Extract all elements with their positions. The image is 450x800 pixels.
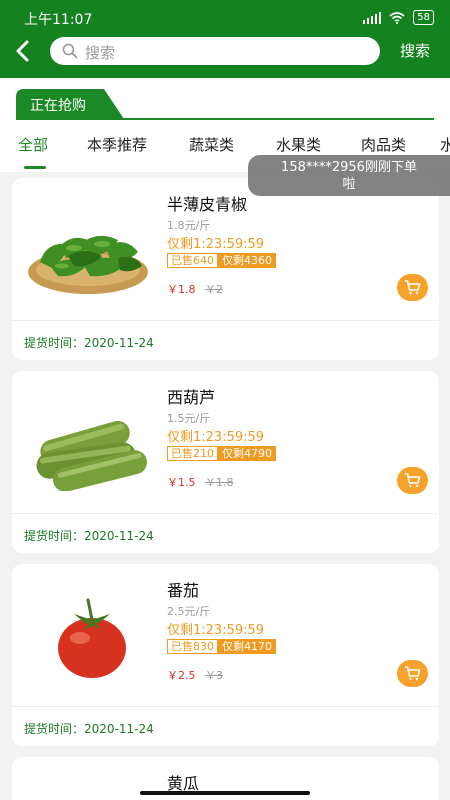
toast-line-2: 啦: [342, 177, 356, 192]
product-name: 西葫芦: [167, 388, 216, 407]
section-title: 正在抢购: [30, 98, 86, 114]
countdown-timer: 仅剩1:23:59:59: [167, 623, 265, 638]
search-button[interactable]: 搜索: [400, 40, 430, 61]
add-to-cart-button[interactable]: [397, 274, 428, 301]
countdown-timer: 仅剩1:23:59:59: [167, 430, 265, 445]
tab-fruits[interactable]: 水果类: [276, 134, 321, 155]
toast-line-1: 158****2956刚刚下单: [281, 160, 417, 175]
product-card[interactable]: 半薄皮青椒 1.8元/斤 仅剩1:23:59:59 已售640 仅剩4360 ￥…: [12, 178, 439, 360]
tab-season-recommend[interactable]: 本季推荐: [87, 134, 147, 155]
add-to-cart-button[interactable]: [397, 467, 428, 494]
stock-badges: 已售830 仅剩4170: [167, 639, 276, 654]
unit-price: 2.5元/斤: [167, 605, 211, 618]
product-image-zucchini: [36, 420, 147, 491]
unit-price: 1.8元/斤: [167, 219, 211, 232]
search-input[interactable]: 搜索: [50, 37, 380, 65]
active-tab-indicator: [24, 166, 46, 169]
home-indicator: [140, 791, 310, 795]
search-placeholder: 搜索: [85, 44, 116, 62]
sale-price: ￥2.5: [167, 669, 196, 682]
order-toast: 158****2956刚刚下单 啦: [248, 155, 450, 196]
remaining-badge: 仅剩4170: [218, 639, 276, 654]
card-divider: [12, 320, 439, 321]
battery-level: 58: [417, 11, 430, 23]
unit-price: 1.5元/斤: [167, 412, 211, 425]
tab-all[interactable]: 全部: [18, 134, 48, 155]
card-divider: [12, 706, 439, 707]
sale-price: ￥1.5: [167, 476, 196, 489]
original-price: ￥2: [205, 283, 223, 296]
card-divider: [12, 513, 439, 514]
tab-meat[interactable]: 肉品类: [361, 134, 406, 155]
cart-icon: [405, 666, 421, 681]
battery-icon: 58: [413, 10, 434, 25]
status-bar: 上午11:07 58: [0, 0, 450, 34]
add-to-cart-button[interactable]: [397, 660, 428, 687]
search-icon: [62, 43, 78, 59]
pickup-time: 提货时间：2020-11-24: [24, 336, 154, 350]
stock-badges: 已售210 仅剩4790: [167, 446, 276, 461]
status-icons: 58: [363, 10, 434, 25]
cart-icon: [405, 280, 421, 295]
sold-badge: 已售830: [167, 639, 218, 654]
product-name: 半薄皮青椒: [167, 195, 248, 214]
remaining-badge: 仅剩4790: [218, 446, 276, 461]
sold-badge: 已售640: [167, 253, 218, 268]
section-tab: 正在抢购: [16, 89, 124, 119]
sold-badge: 已售210: [167, 446, 218, 461]
signal-icon: [363, 11, 382, 24]
app-header: 上午11:07 58 搜索 搜索: [0, 0, 450, 78]
cart-icon: [405, 473, 421, 488]
tab-vegetables[interactable]: 蔬菜类: [189, 134, 234, 155]
wifi-icon: [389, 11, 405, 24]
product-image-tomato: [58, 598, 126, 678]
section-divider: [16, 118, 434, 120]
remaining-badge: 仅剩4360: [218, 253, 276, 268]
countdown-timer: 仅剩1:23:59:59: [167, 237, 265, 252]
original-price: ￥3: [205, 669, 223, 682]
status-time: 上午11:07: [24, 12, 93, 28]
sale-price: ￥1.8: [167, 283, 196, 296]
stock-badges: 已售640 仅剩4360: [167, 253, 276, 268]
original-price: ￥1.8: [205, 476, 234, 489]
pickup-time: 提货时间：2020-11-24: [24, 529, 154, 543]
product-card[interactable]: 西葫芦 1.5元/斤 仅剩1:23:59:59 已售210 仅剩4790 ￥1.…: [12, 371, 439, 553]
product-card[interactable]: 番茄 2.5元/斤 仅剩1:23:59:59 已售830 仅剩4170 ￥2.5…: [12, 564, 439, 746]
product-name: 番茄: [167, 581, 200, 600]
tab-partial[interactable]: 水: [440, 134, 450, 155]
product-image-green-pepper: [28, 235, 148, 294]
back-arrow-icon[interactable]: [12, 40, 34, 62]
pickup-time: 提货时间：2020-11-24: [24, 722, 154, 736]
